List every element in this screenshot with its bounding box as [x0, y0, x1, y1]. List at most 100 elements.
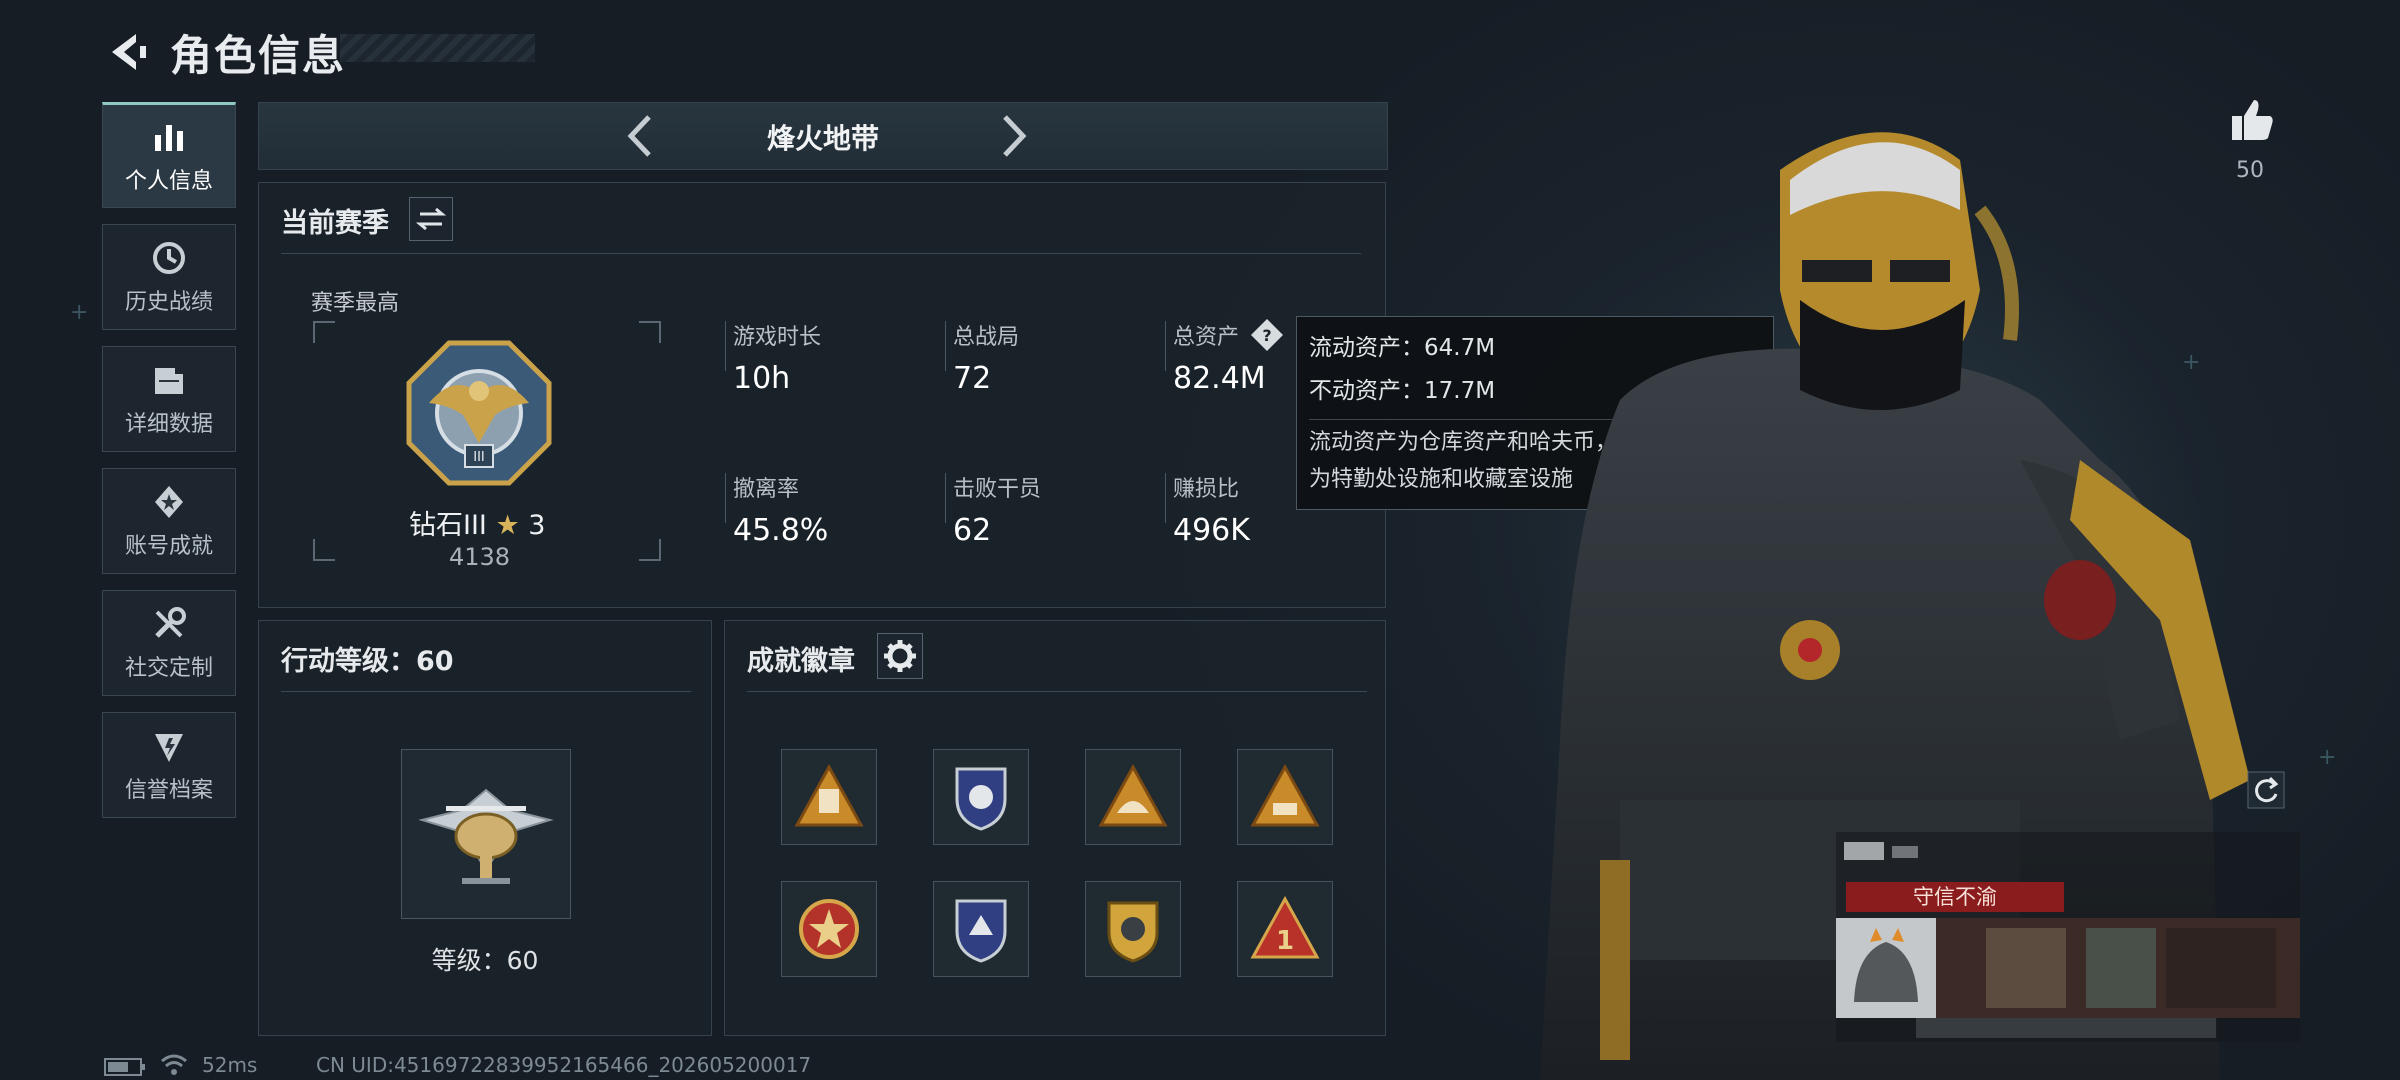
mode-tab-label: 烽火地带	[766, 122, 879, 155]
refresh-icon	[2247, 771, 2285, 809]
frame-corner	[639, 539, 661, 561]
divider	[281, 691, 691, 692]
season-best-label: 赛季最高	[311, 291, 400, 316]
frame-corner	[313, 539, 335, 561]
achievement-badge[interactable]	[1237, 749, 1333, 845]
sidebar-item-label: 个人信息	[124, 169, 213, 194]
sidebar-item-achievements[interactable]: 账号成就	[102, 468, 236, 574]
achievement-badge[interactable]	[781, 749, 877, 845]
season-title: 当前赛季	[281, 208, 389, 239]
back-arrow-icon	[112, 34, 146, 70]
folder-icon	[155, 368, 183, 394]
stat-label-extraction-rate: 撤离率	[733, 477, 800, 502]
achievement-badge[interactable]	[933, 881, 1029, 977]
sidebar-item-reputation[interactable]: 信誉档案	[102, 712, 236, 818]
stat-divider	[725, 473, 726, 523]
frame-corner	[313, 321, 335, 343]
mode-tabbar: 烽火地带	[258, 102, 1388, 170]
achievement-badge[interactable]	[781, 881, 877, 977]
shield-badge-icon	[955, 767, 1007, 831]
helicopter-badge-icon	[418, 788, 554, 884]
next-arrow-icon[interactable]	[987, 111, 1037, 161]
achievement-icon	[155, 486, 183, 518]
reputation-icon	[155, 734, 183, 762]
sidebar-item-history[interactable]: 历史战绩	[102, 224, 236, 330]
rank-score: 4138	[449, 543, 511, 571]
ping-text: 52ms	[202, 1053, 258, 1077]
sidebar-item-detailed-data[interactable]: 详细数据	[102, 346, 236, 452]
wifi-icon	[161, 1054, 187, 1075]
star-badge-icon	[799, 899, 859, 959]
stat-label-matches: 总战局	[953, 325, 1020, 350]
help-icon[interactable]: ?	[1249, 317, 1285, 353]
credit-tag: 守信不渝	[1846, 882, 2064, 912]
history-icon	[153, 242, 185, 274]
divider	[281, 253, 1361, 254]
level-panel: 行动等级：60 等级：60	[258, 620, 712, 1036]
stat-value-matches: 72	[953, 361, 992, 396]
triangle-badge-icon	[1250, 763, 1320, 827]
diamond-rank-emblem-icon: III	[406, 340, 552, 486]
star-icon: ★	[495, 510, 520, 541]
svg-text:?: ?	[1262, 326, 1271, 345]
level-label: 等级：60	[431, 946, 539, 975]
sidebar: 个人信息 历史战绩 详细数据 账号成就 社交定制 信誉档案	[102, 102, 238, 834]
stat-value-profit: 496K	[1173, 513, 1250, 548]
stat-value-extraction-rate: 45.8%	[733, 513, 829, 548]
achievement-badge[interactable]	[933, 749, 1029, 845]
achievement-badge[interactable]: 1	[1237, 881, 1333, 977]
rank-title: 钻石III	[409, 510, 487, 541]
stat-value-kills: 62	[953, 513, 992, 548]
stat-label-profit: 赚损比	[1173, 477, 1240, 502]
stat-divider	[945, 473, 946, 523]
achievement-badge[interactable]	[1085, 881, 1181, 977]
uid-text: CN UID:45169722839952165466_202605200017	[316, 1053, 812, 1077]
stat-label-playtime: 游戏时长	[733, 325, 822, 350]
refresh-button[interactable]	[2246, 770, 2286, 810]
stat-divider	[945, 321, 946, 371]
svg-text:III: III	[473, 450, 485, 465]
divider	[747, 691, 1367, 692]
level-title: 行动等级：60	[281, 646, 454, 677]
achievements-title: 成就徽章	[747, 646, 855, 677]
triangle-badge-icon	[794, 763, 864, 827]
sidebar-item-label: 账号成就	[124, 534, 213, 559]
sidebar-item-label: 社交定制	[124, 656, 213, 681]
wrench-icon	[155, 607, 186, 638]
stat-label-assets: 总资产	[1173, 325, 1240, 350]
stat-divider	[725, 321, 726, 371]
triangle-badge-icon	[1098, 763, 1168, 827]
frame-corner	[639, 321, 661, 343]
sidebar-item-label: 详细数据	[124, 412, 213, 437]
achievements-panel: 成就徽章 1	[724, 620, 1386, 1036]
sidebar-item-label: 信誉档案	[124, 778, 213, 803]
swap-icon	[415, 207, 447, 231]
sidebar-item-personal-info[interactable]: 个人信息	[102, 102, 236, 208]
achievement-settings-button[interactable]	[877, 633, 923, 679]
achievement-badge[interactable]	[1085, 749, 1181, 845]
player-name-card[interactable]	[1836, 832, 2300, 1042]
thumbs-up-icon[interactable]	[2228, 96, 2276, 144]
like-count: 50	[2236, 158, 2264, 183]
svg-text:1: 1	[1276, 926, 1294, 956]
swap-season-button[interactable]	[409, 197, 453, 241]
triangle-badge-icon: 1	[1250, 895, 1320, 959]
rank-name: 钻石III ★ 3	[409, 503, 545, 542]
gear-icon	[884, 640, 916, 672]
bar-chart-icon	[155, 125, 183, 151]
battery-icon	[104, 1058, 145, 1076]
stat-divider	[1165, 473, 1166, 523]
season-panel: 当前赛季 赛季最高 III 钻石III ★ 3 4138 游戏时长 10h 总战…	[258, 182, 1386, 608]
stat-divider	[1165, 321, 1166, 371]
stat-value-playtime: 10h	[733, 361, 791, 396]
back-button[interactable]	[100, 26, 152, 78]
stat-label-kills: 击败干员	[953, 477, 1042, 502]
page-title: 角色信息	[170, 31, 347, 80]
decor-cross: +	[70, 300, 89, 325]
wing-badge-icon	[1107, 901, 1159, 963]
stat-value-assets: 82.4M	[1173, 361, 1266, 396]
rank-stars: 3	[528, 510, 546, 541]
sidebar-item-social[interactable]: 社交定制	[102, 590, 236, 696]
shield-badge-icon	[955, 899, 1007, 963]
level-badge-frame	[401, 749, 571, 919]
